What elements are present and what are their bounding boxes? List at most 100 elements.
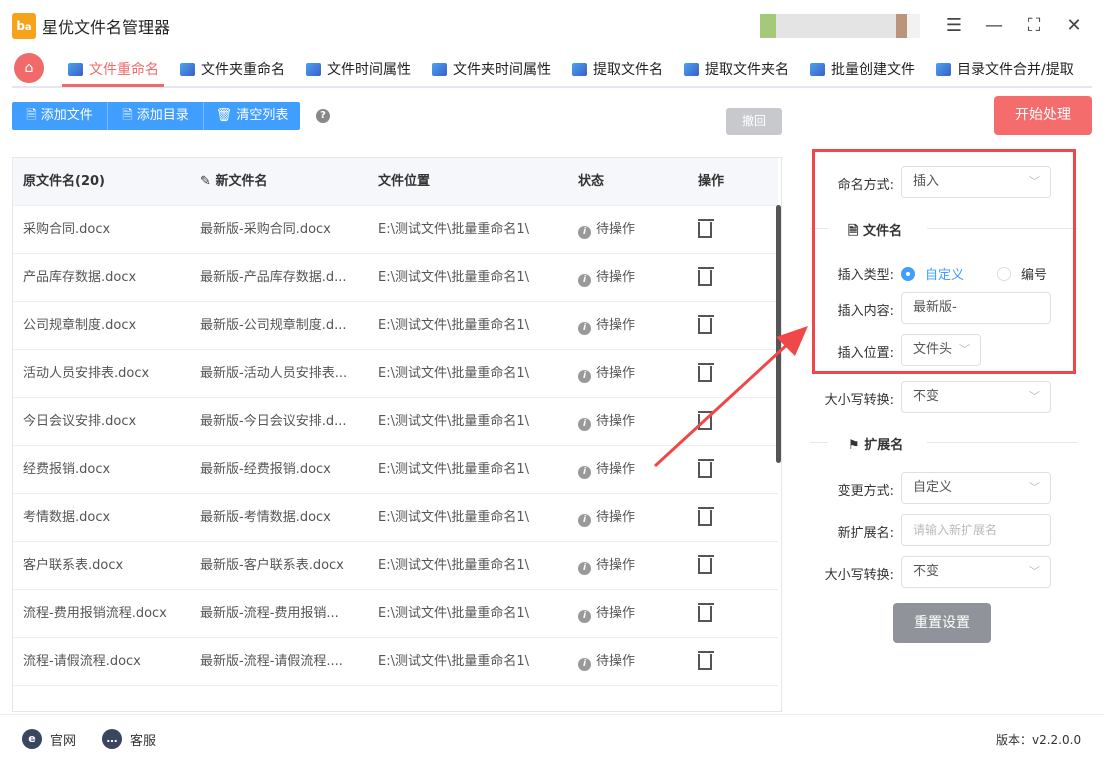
ext-case-value: 不变 (913, 564, 940, 579)
status: i 待操作 (578, 398, 688, 445)
table-row[interactable]: 公司规章制度.docx 最新版-公司规章制度.d... E:\测试文件\批量重命… (13, 302, 778, 350)
trash-icon (698, 314, 714, 334)
original-name: 今日会议安排.docx (23, 414, 137, 429)
trash-icon (698, 218, 714, 238)
status-text: 待操作 (596, 510, 636, 525)
delete-button[interactable] (698, 398, 758, 445)
table-row[interactable]: 考情数据.docx 最新版-考情数据.docx E:\测试文件\批量重命名1\ … (13, 494, 778, 542)
delete-button[interactable] (698, 638, 758, 685)
table-scrollbar[interactable] (776, 205, 781, 463)
chevron-down-icon: ﹀ (1029, 390, 1040, 403)
info-icon: i (578, 610, 591, 623)
tab-batch-create[interactable]: 批量创建文件 (810, 58, 915, 80)
tab-merge-extract[interactable]: 目录文件合并/提取 (936, 58, 1074, 80)
new-ext-input[interactable]: 请输入新扩展名 (901, 514, 1051, 546)
status: i 待操作 (578, 254, 688, 301)
app-logo: ba (12, 13, 36, 39)
delete-button[interactable] (698, 302, 758, 349)
header-label: 新文件名 (215, 174, 268, 189)
status: i 待操作 (578, 302, 688, 349)
file-location: E:\测试文件\批量重命名1\ (378, 366, 530, 381)
case-select[interactable]: 不变 ﹀ (901, 381, 1051, 413)
add-dir-button[interactable]: 🗎 添加目录 (108, 102, 204, 130)
delete-button[interactable] (698, 206, 758, 253)
status: i 待操作 (578, 446, 688, 493)
file-location: E:\测试文件\批量重命名1\ (378, 222, 530, 237)
tab-file-time[interactable]: 文件时间属性 (306, 58, 411, 80)
highlight-box (812, 149, 1076, 374)
new-name: 最新版-流程-请假流程.... (200, 654, 343, 669)
ext-case-select[interactable]: 不变 ﹀ (901, 556, 1051, 588)
home-button[interactable]: ⌂ (14, 53, 44, 83)
table-row[interactable] (13, 686, 778, 711)
original-name: 公司规章制度.docx (23, 318, 137, 333)
table-header: 原文件名(20) ✎ 新文件名 文件位置 状态 操作 (13, 158, 778, 206)
clear-label: 清空列表 (236, 108, 289, 123)
file-location: E:\测试文件\批量重命名1\ (378, 270, 530, 285)
tab-extract-filename[interactable]: 提取文件名 (572, 58, 663, 80)
start-button[interactable]: 开始处理 (994, 96, 1092, 135)
reset-button[interactable]: 重置设置 (893, 603, 991, 643)
flag-icon: ⚑ (848, 438, 860, 453)
delete-button[interactable] (698, 254, 758, 301)
header-status: 状态 (578, 174, 605, 189)
delete-button[interactable] (698, 350, 758, 397)
minimize-icon[interactable]: — (980, 12, 1008, 40)
calendar-icon (432, 62, 447, 76)
delete-button[interactable] (698, 542, 758, 589)
original-name: 客户联系表.docx (23, 558, 124, 573)
table-row[interactable]: 今日会议安排.docx 最新版-今日会议安排.d... E:\测试文件\批量重命… (13, 398, 778, 446)
tab-folder-rename[interactable]: 文件夹重命名 (180, 58, 285, 80)
table-row[interactable]: 流程-费用报销流程.docx 最新版-流程-费用报销... E:\测试文件\批量… (13, 590, 778, 638)
table-row[interactable]: 采购合同.docx 最新版-采购合同.docx E:\测试文件\批量重命名1\ … (13, 206, 778, 254)
status: i 待操作 (578, 638, 688, 685)
table-row[interactable]: 客户联系表.docx 最新版-客户联系表.docx E:\测试文件\批量重命名1… (13, 542, 778, 590)
info-icon: i (578, 274, 591, 287)
extract-icon (572, 62, 587, 76)
undo-button[interactable]: 撤回 (726, 108, 782, 135)
new-name: 最新版-采购合同.docx (200, 222, 331, 237)
delete-button[interactable] (698, 446, 758, 493)
extract-folder-icon (684, 62, 699, 76)
tab-folder-time[interactable]: 文件夹时间属性 (432, 58, 551, 80)
new-name: 最新版-今日会议安排.d... (200, 414, 347, 429)
settings-icon[interactable]: ☰ (940, 12, 968, 40)
service-link[interactable]: … 客服 (102, 729, 156, 749)
clear-list-button[interactable]: 🗑 清空列表 (204, 102, 300, 130)
tab-extract-foldername[interactable]: 提取文件夹名 (684, 58, 789, 80)
edit-icon: ✎ (200, 174, 211, 189)
maximize-icon[interactable]: ⛶ (1020, 12, 1048, 40)
service-label: 客服 (130, 733, 157, 749)
trash-icon (698, 602, 714, 622)
table-row[interactable]: 经费报销.docx 最新版-经费报销.docx E:\测试文件\批量重命名1\ … (13, 446, 778, 494)
tab-file-rename[interactable]: 文件重命名 (68, 58, 159, 80)
status: i 待操作 (578, 590, 688, 637)
tab-bar (12, 50, 1092, 88)
info-icon: i (578, 418, 591, 431)
chevron-down-icon: ﹀ (1029, 565, 1040, 578)
close-icon[interactable]: ✕ (1060, 12, 1088, 40)
help-icon[interactable]: ? (316, 109, 330, 123)
status-text: 待操作 (596, 558, 636, 573)
tab-label: 文件夹时间属性 (453, 62, 551, 78)
add-file-button[interactable]: 🗎 添加文件 (12, 102, 108, 130)
trash-icon (698, 458, 714, 478)
delete-button[interactable] (698, 590, 758, 637)
table-row[interactable]: 产品库存数据.docx 最新版-产品库存数据.d... E:\测试文件\批量重命… (13, 254, 778, 302)
file-icon (68, 62, 83, 76)
delete-button[interactable] (698, 494, 758, 541)
app-title: 星优文件名管理器 (42, 18, 171, 37)
table-row[interactable]: 活动人员安排表.docx 最新版-活动人员安排表... E:\测试文件\批量重命… (13, 350, 778, 398)
calendar-icon (306, 62, 321, 76)
original-name: 活动人员安排表.docx (23, 366, 150, 381)
website-link[interactable]: e 官网 (22, 729, 76, 749)
table-row[interactable]: 流程-请假流程.docx 最新版-流程-请假流程.... E:\测试文件\批量重… (13, 638, 778, 686)
new-ext-label: 新扩展名: (837, 526, 894, 541)
merge-icon (936, 62, 951, 76)
file-location: E:\测试文件\批量重命名1\ (378, 654, 530, 669)
status: i 待操作 (578, 542, 688, 589)
case-value: 不变 (913, 389, 940, 404)
chat-icon: … (102, 729, 122, 749)
user-avatar[interactable] (760, 14, 920, 38)
ext-mode-select[interactable]: 自定义 ﹀ (901, 472, 1051, 504)
